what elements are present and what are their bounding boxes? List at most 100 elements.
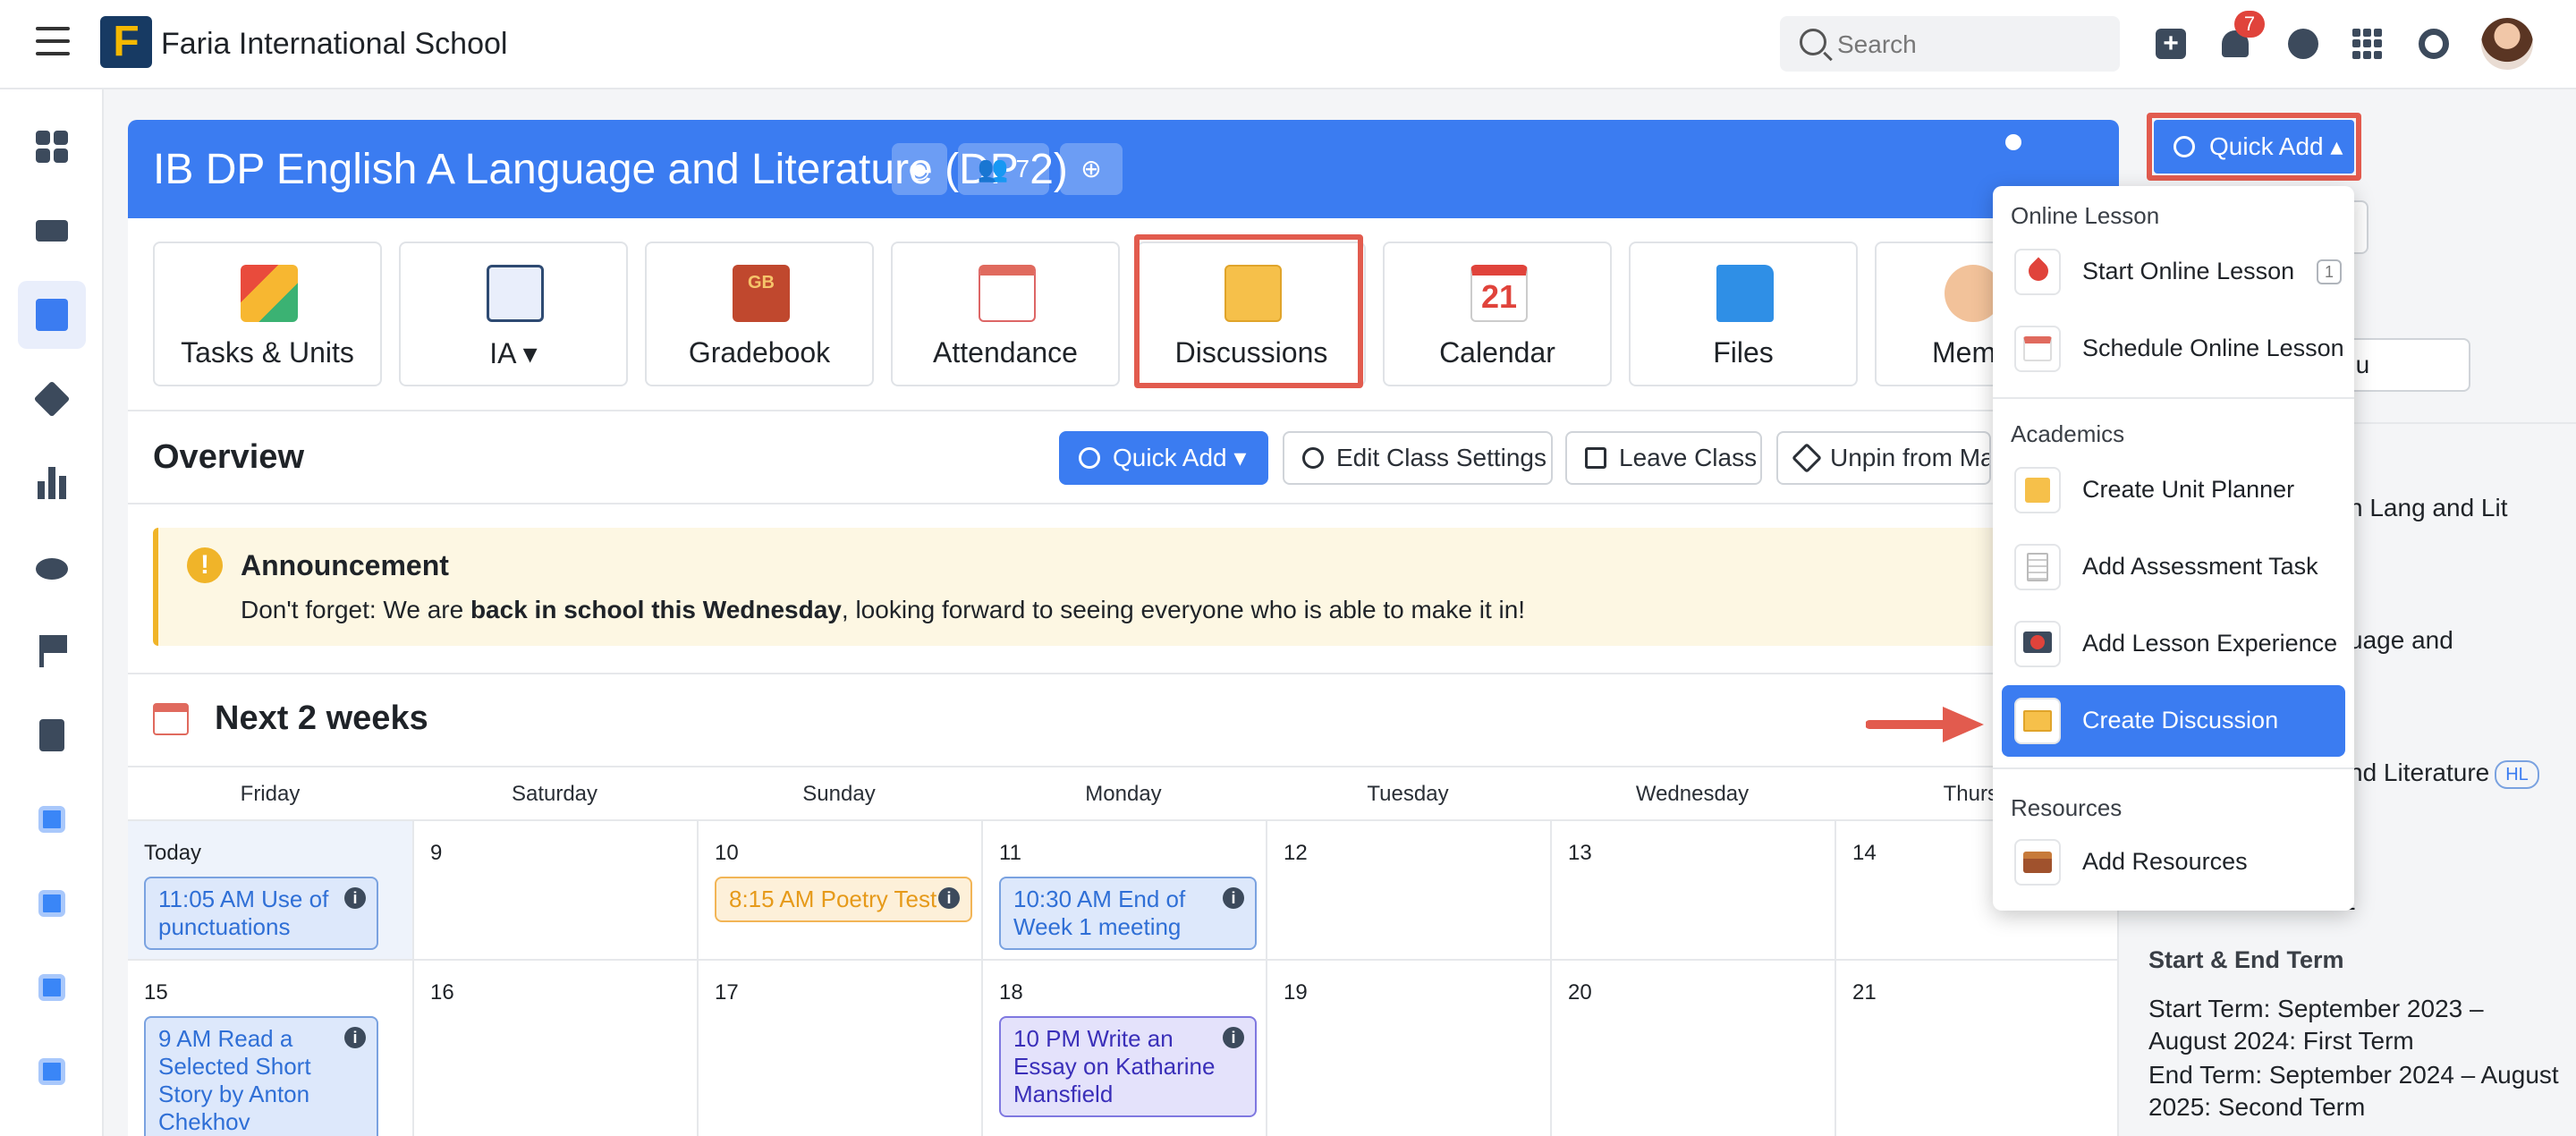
info-icon[interactable]: i [1223, 1027, 1244, 1048]
nav-classes[interactable] [18, 281, 86, 349]
calendar-cell[interactable]: Today 11:05 AM Use of punctuations i [128, 821, 414, 961]
calendar-cell[interactable]: 16 [414, 961, 699, 1136]
nav-flag[interactable] [18, 617, 86, 685]
nav-cp[interactable] [18, 869, 86, 937]
nav-myp[interactable] [18, 954, 86, 1022]
calendar-cell[interactable]: 10 8:15 AM Poetry Test i [699, 821, 983, 961]
search-input[interactable]: Search [1780, 16, 2120, 72]
event-essay-mansfield[interactable]: 10 PM Write an Essay on Katharine Mansfi… [999, 1016, 1257, 1117]
nav-curriculum[interactable] [18, 365, 86, 433]
calendar-cell[interactable]: 13 [1552, 821, 1836, 961]
lesson-video-icon [2014, 621, 2061, 667]
start-online-lesson-item[interactable]: Start Online Lesson 1 [2002, 236, 2345, 308]
chat-icon[interactable] [2288, 29, 2318, 59]
add-lesson-experience-item[interactable]: Add Lesson Experience [2002, 608, 2345, 680]
edit-class-settings-button[interactable]: Edit Class Settings [1283, 431, 1553, 485]
info-icon[interactable]: i [938, 887, 960, 909]
nav-documents[interactable] [18, 701, 86, 769]
hl-badge: HL [2495, 759, 2539, 789]
user-avatar[interactable] [2481, 18, 2533, 70]
school-name[interactable]: Faria International School [161, 27, 507, 62]
quick-add-button[interactable]: Quick Add ▾ [1059, 431, 1268, 485]
tile-label: Attendance [933, 336, 1078, 369]
calendar-cell[interactable]: 20 [1552, 961, 1836, 1136]
nav-pyp[interactable] [18, 1038, 86, 1106]
info-icon[interactable]: i [1223, 887, 1244, 909]
add-assessment-task-item[interactable]: Add Assessment Task [2002, 531, 2345, 603]
document-icon [39, 719, 64, 751]
calendar-cell[interactable]: 9 [414, 821, 699, 961]
class-chat-button[interactable]: ◉ [892, 143, 947, 195]
event-label: 10 PM Write an Essay on Katharine Mansfi… [1013, 1025, 1216, 1107]
add-resources-item[interactable]: Add Resources [2002, 827, 2345, 898]
calendar-cell[interactable]: 12 [1267, 821, 1552, 961]
nav-dp[interactable] [18, 785, 86, 853]
dp-icon [38, 806, 65, 833]
tile-attendance[interactable]: Attendance [891, 242, 1120, 386]
calendar-cell[interactable]: 15 9 AM Read a Selected Short Story by A… [128, 961, 414, 1136]
count-badge: 1 [2317, 259, 2342, 284]
divider [1993, 767, 2354, 769]
menu-icon[interactable] [36, 27, 70, 59]
calendar-cell[interactable]: 18 10 PM Write an Essay on Katharine Man… [983, 961, 1267, 1136]
course-name-fragment: n Lang and Lit [2349, 494, 2508, 521]
day-number: 18 [999, 980, 1023, 1005]
tile-calendar[interactable]: 21 Calendar [1383, 242, 1612, 386]
nav-people[interactable] [18, 533, 86, 601]
calendar-cell[interactable]: 11 10:30 AM End of Week 1 meeting i [983, 821, 1267, 961]
course-level: nd Literature HL [2349, 759, 2539, 789]
apps-grid-icon[interactable] [2352, 29, 2383, 59]
school-logo[interactable]: F [100, 16, 152, 68]
add-icon[interactable]: + [2156, 29, 2186, 59]
calendar-cell[interactable]: 17 [699, 961, 983, 1136]
unpin-button[interactable]: Unpin from Ma [1776, 431, 1991, 485]
event-label: 9 AM Read a Selected Short Story by Anto… [158, 1025, 311, 1135]
info-icon[interactable]: i [344, 887, 366, 909]
nav-analytics[interactable] [18, 449, 86, 517]
gradebook-icon: GB [733, 265, 790, 322]
unit-planner-icon [2014, 467, 2061, 513]
event-read-short-story[interactable]: 9 AM Read a Selected Short Story by Anto… [144, 1016, 378, 1136]
divider [128, 766, 2119, 767]
globe-button[interactable]: ⊕ [1060, 143, 1123, 195]
day-header: Monday [1085, 782, 1162, 806]
folder-icon [1716, 265, 1774, 322]
event-use-of-punctuations[interactable]: 11:05 AM Use of punctuations i [144, 877, 378, 950]
event-poetry-test[interactable]: 8:15 AM Poetry Test i [715, 877, 972, 922]
tile-label: IA ▾ [489, 337, 538, 369]
event-label: 11:05 AM Use of punctuations [158, 886, 329, 940]
members-button[interactable]: 👥 7 [958, 143, 1049, 195]
pyp-icon [38, 1058, 65, 1085]
start-term: Start Term: September 2023 – August 2024… [2148, 995, 2484, 1055]
announcement-title: Announcement [241, 549, 449, 581]
nav-timetable[interactable] [18, 197, 86, 265]
leave-class-button[interactable]: Leave Class [1565, 431, 1762, 485]
section-academics: Academics [2011, 420, 2125, 447]
timetable-icon [36, 220, 68, 242]
overview-title: Overview [153, 438, 304, 476]
tile-files[interactable]: Files [1629, 242, 1858, 386]
calendar-cell[interactable]: 19 [1267, 961, 1552, 1136]
day-number: 21 [1852, 980, 1877, 1005]
announcement-text: Don't forget: We are [241, 596, 470, 623]
event-end-of-week-meeting[interactable]: 10:30 AM End of Week 1 meeting i [999, 877, 1257, 950]
tile-label: Gradebook [688, 336, 831, 369]
left-nav [0, 89, 104, 1136]
help-icon[interactable] [2419, 29, 2449, 59]
course-name-fragment: uage and [2349, 626, 2453, 654]
tile-gradebook[interactable]: GB Gradebook [645, 242, 874, 386]
tile-ia[interactable]: IA ▾ [399, 242, 628, 386]
chat-icon: ◉ [908, 155, 931, 182]
announcement-banner: ! Announcement Don't forget: We are back… [153, 528, 2121, 646]
attendance-icon [979, 265, 1036, 322]
create-unit-planner-item[interactable]: Create Unit Planner [2002, 454, 2345, 526]
info-icon[interactable]: i [344, 1027, 366, 1048]
nav-dashboard[interactable] [18, 113, 86, 181]
search-icon [1800, 29, 1826, 55]
quick-add-label: Quick Add ▾ [1113, 444, 1247, 471]
calendar-cell[interactable]: 21 [1836, 961, 2119, 1136]
tile-tasks-units[interactable]: Tasks & Units [153, 242, 382, 386]
announcement-body: Don't forget: We are back in school this… [241, 596, 1525, 624]
schedule-online-lesson-item[interactable]: Schedule Online Lesson [2002, 313, 2345, 385]
create-discussion-item[interactable]: Create Discussion [2002, 685, 2345, 757]
